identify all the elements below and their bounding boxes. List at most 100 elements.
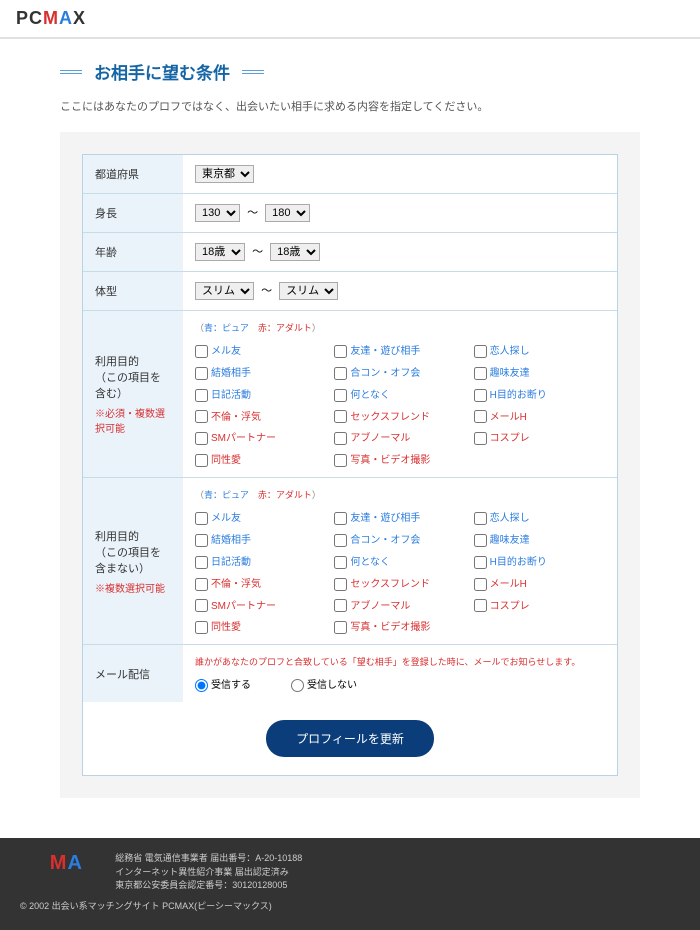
include-checkbox[interactable]	[474, 345, 487, 358]
include-checkbox[interactable]	[334, 367, 347, 380]
legend-exclude: （青：ピュア 赤：アダルト）	[195, 488, 605, 501]
select-height-from[interactable]: 130	[195, 204, 240, 222]
exclude-checkbox[interactable]	[195, 599, 208, 612]
exclude-label: 結婚相手	[211, 535, 251, 546]
label-purpose-include: 利用目的 （この項目を含む） ※必須・複数選択可能	[83, 311, 183, 478]
exclude-checkbox[interactable]	[334, 534, 347, 547]
include-checkbox[interactable]	[195, 432, 208, 445]
footer-line-1: 総務省 電気通信事業者 届出番号：A-20-10188	[115, 852, 302, 866]
exclude-option: 友達・遊び相手	[334, 509, 465, 525]
header: PCMAX	[0, 0, 700, 39]
include-label: メールH	[490, 412, 527, 423]
range-sep: ～	[247, 207, 258, 219]
exclude-checkbox[interactable]	[474, 534, 487, 547]
logo: PCMAX	[16, 8, 684, 29]
label-prefecture: 都道府県	[83, 155, 183, 194]
select-body-from[interactable]: スリム	[195, 282, 254, 300]
exclude-label: H目的お断り	[490, 557, 547, 568]
label-age: 年齢	[83, 233, 183, 272]
exclude-label: 恋人探し	[490, 513, 530, 524]
select-body-to[interactable]: スリム	[279, 282, 338, 300]
include-checkbox[interactable]	[474, 367, 487, 380]
include-label: 友達・遊び相手	[350, 346, 420, 357]
include-label: セックスフレンド	[350, 412, 430, 423]
range-sep: ～	[261, 285, 272, 297]
include-option: 同性愛	[195, 451, 326, 467]
select-age-to[interactable]: 18歳	[270, 243, 320, 261]
include-checkbox[interactable]	[195, 345, 208, 358]
include-checkbox[interactable]	[334, 454, 347, 467]
exclude-option: 写真・ビデオ撮影	[334, 618, 465, 634]
exclude-checkbox[interactable]	[474, 556, 487, 569]
include-label: 結婚相手	[211, 368, 251, 379]
exclude-label: 合コン・オフ会	[350, 535, 420, 546]
include-checkbox[interactable]	[195, 367, 208, 380]
exclude-option: 不倫・浮気	[195, 575, 326, 591]
select-height-to[interactable]: 180	[265, 204, 310, 222]
include-checkbox[interactable]	[195, 389, 208, 402]
exclude-checkbox[interactable]	[334, 578, 347, 591]
include-option: メル友	[195, 342, 326, 358]
page-subtitle: ここにはあなたのプロフではなく、出会いたい相手に求める内容を指定してください。	[60, 98, 640, 114]
copyright: © 2002 出会い系マッチングサイト PCMAX(ピーシーマックス)	[20, 899, 680, 912]
button-row: プロフィールを更新	[83, 702, 617, 775]
footer-line-2: インターネット異性紹介事業 届出認定済み	[115, 866, 302, 880]
label-receive: 受信する	[211, 680, 251, 691]
include-checkbox[interactable]	[334, 345, 347, 358]
exclude-checkbox[interactable]	[334, 512, 347, 525]
exclude-checkbox[interactable]	[195, 556, 208, 569]
label-mail: メール配信	[83, 645, 183, 702]
include-label: 合コン・オフ会	[350, 368, 420, 379]
select-age-from[interactable]: 18歳	[195, 243, 245, 261]
include-checkbox[interactable]	[474, 389, 487, 402]
title-line-left	[60, 70, 82, 74]
req-exclude: ※複数選択可能	[95, 580, 171, 595]
exclude-label: 友達・遊び相手	[350, 513, 420, 524]
exclude-option: 恋人探し	[474, 509, 605, 525]
form-table: 都道府県 東京都 身長 130 ～ 180 年齢 18歳 ～	[83, 155, 617, 702]
page-title-row: お相手に望む条件	[60, 59, 640, 84]
exclude-checkbox[interactable]	[334, 599, 347, 612]
main: お相手に望む条件 ここにはあなたのプロフではなく、出会いたい相手に求める内容を指…	[0, 39, 700, 838]
exclude-label: 何となく	[350, 557, 390, 568]
radio-receive[interactable]	[195, 679, 208, 692]
footer: PCMAX 総務省 電気通信事業者 届出番号：A-20-10188 インターネッ…	[0, 838, 700, 930]
update-profile-button[interactable]: プロフィールを更新	[266, 720, 434, 757]
include-option: 恋人探し	[474, 342, 605, 358]
include-checkbox[interactable]	[474, 432, 487, 445]
exclude-checkbox[interactable]	[334, 621, 347, 634]
exclude-checkbox[interactable]	[195, 621, 208, 634]
include-checkbox[interactable]	[474, 410, 487, 423]
exclude-checkbox[interactable]	[195, 578, 208, 591]
exclude-checkbox[interactable]	[195, 512, 208, 525]
include-option: 何となく	[334, 386, 465, 402]
include-checkbox[interactable]	[334, 432, 347, 445]
include-checkbox[interactable]	[195, 410, 208, 423]
include-checkbox[interactable]	[195, 454, 208, 467]
form-card: 都道府県 東京都 身長 130 ～ 180 年齢 18歳 ～	[60, 132, 640, 798]
include-checkbox[interactable]	[334, 389, 347, 402]
include-label: 同性愛	[211, 455, 241, 466]
include-option: コスプレ	[474, 429, 605, 445]
options-exclude: メル友友達・遊び相手恋人探し結婚相手合コン・オフ会趣味友達日記活動何となくH目的…	[195, 509, 605, 634]
exclude-label: SMパートナー	[211, 601, 276, 612]
exclude-checkbox[interactable]	[195, 534, 208, 547]
exclude-checkbox[interactable]	[474, 599, 487, 612]
exclude-option: 趣味友達	[474, 531, 605, 547]
select-prefecture[interactable]: 東京都	[195, 165, 254, 183]
exclude-label: 趣味友達	[490, 535, 530, 546]
exclude-checkbox[interactable]	[474, 578, 487, 591]
exclude-checkbox[interactable]	[474, 512, 487, 525]
exclude-label: 不倫・浮気	[211, 579, 261, 590]
radio-not-receive[interactable]	[291, 679, 304, 692]
include-option: 友達・遊び相手	[334, 342, 465, 358]
mail-note: 誰かがあなたのプロフと合致している「望む相手」を登録した時に、メールでお知らせし…	[195, 655, 605, 668]
label-height: 身長	[83, 194, 183, 233]
page-title: お相手に望む条件	[94, 59, 230, 84]
include-option: H目的お断り	[474, 386, 605, 402]
exclude-checkbox[interactable]	[334, 556, 347, 569]
include-checkbox[interactable]	[334, 410, 347, 423]
exclude-option: SMパートナー	[195, 597, 326, 613]
mail-options: 受信する 受信しない	[195, 676, 605, 692]
legend-include: （青：ピュア 赤：アダルト）	[195, 321, 605, 334]
